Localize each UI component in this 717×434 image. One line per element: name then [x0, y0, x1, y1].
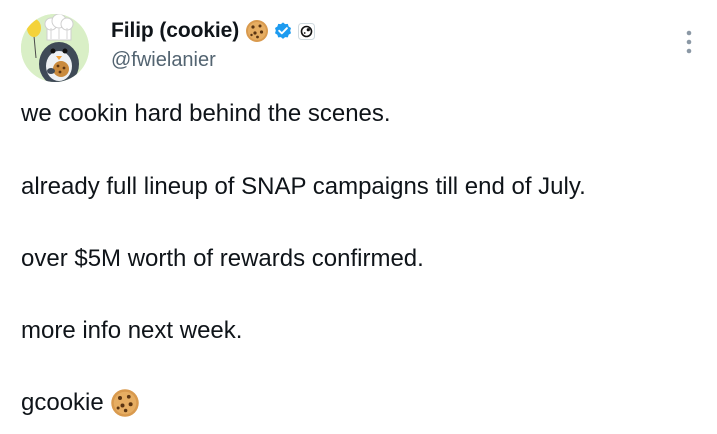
display-name[interactable]: Filip (cookie): [111, 19, 239, 43]
tweet-line: over $5M worth of rewards confirmed.: [21, 245, 424, 272]
avatar[interactable]: [21, 14, 89, 82]
more-vertical-icon: [686, 30, 692, 54]
cookie-emoji-icon: [245, 19, 269, 43]
tweet-line-last: gcookie: [21, 386, 140, 420]
tweet-line: we cookin hard behind the scenes.: [21, 100, 391, 127]
tweet-card: Filip (cookie) @fwielanier we cookin har…: [0, 0, 717, 434]
affiliate-badge-icon[interactable]: [298, 22, 316, 40]
author-info: Filip (cookie) @fwielanier: [111, 17, 316, 72]
author-handle[interactable]: @fwielanier: [111, 49, 315, 72]
verified-badge-icon[interactable]: [273, 21, 293, 41]
tweet-line-text: gcookie: [21, 389, 104, 416]
penguin-chef-avatar-icon: [21, 14, 89, 82]
more-options-button[interactable]: [678, 27, 700, 57]
cookie-emoji-icon: [110, 388, 140, 418]
tweet-header: Filip (cookie) @fwielanier: [21, 11, 701, 83]
tweet-line: more info next week.: [21, 317, 243, 344]
tweet-line: already full lineup of SNAP campaigns ti…: [21, 173, 586, 200]
name-row: Filip (cookie): [111, 17, 316, 45]
